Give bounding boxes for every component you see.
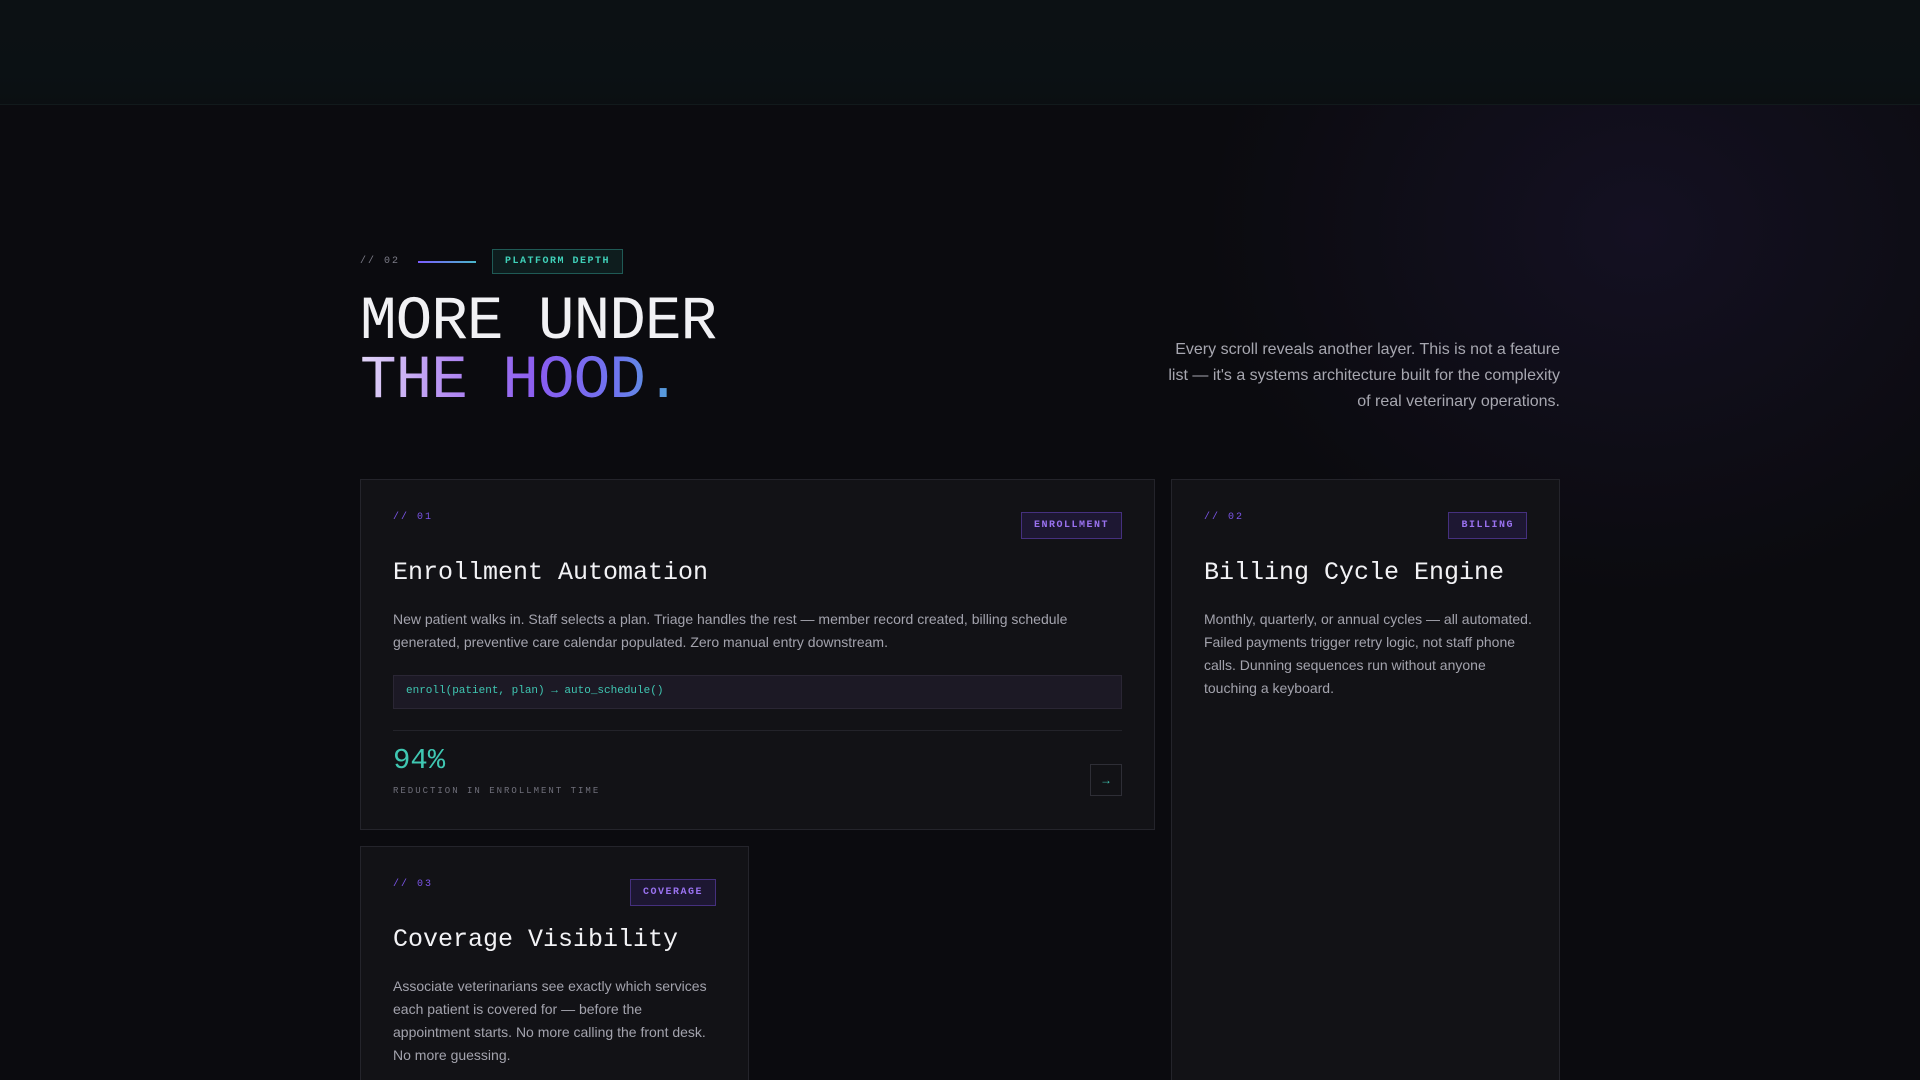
card-number: // 01 (393, 512, 434, 523)
card-tag: BILLING (1448, 512, 1527, 539)
card-divider (393, 730, 1122, 731)
feature-card-billing: // 02 BILLING Billing Cycle Engine Month… (1171, 479, 1560, 1080)
feature-card-coverage: // 03 COVERAGE Coverage Visibility Assoc… (360, 846, 749, 1080)
section-eyebrow: // 02 PLATFORM DEPTH (360, 249, 624, 274)
section-tag: PLATFORM DEPTH (492, 249, 624, 274)
card-description: Associate veterinarians see exactly whic… (393, 978, 707, 1063)
headline-line-1: MORE UNDER (360, 288, 717, 357)
card-number: // 03 (393, 879, 434, 890)
stat-label: REDUCTION IN ENROLLMENT TIME (393, 786, 601, 796)
code-snippet: enroll(patient, plan) → auto_schedule() (393, 675, 1122, 709)
headline-line-2: THE HOOD. (360, 351, 716, 412)
eyebrow-divider (418, 260, 477, 263)
feature-card-enrollment: // 01 ENROLLMENT Enrollment Automation N… (360, 479, 1155, 830)
card-number: // 02 (1204, 512, 1245, 523)
page: // 02 PLATFORM DEPTH MORE UNDER THE HOOD… (0, 0, 1920, 1080)
top-navigation-bar (0, 0, 1920, 105)
section-number: // 02 (360, 256, 401, 267)
card-title: Enrollment Automation (393, 558, 709, 587)
stat-value: 94% (393, 744, 446, 777)
card-title: Coverage Visibility (393, 925, 679, 954)
card-tag: ENROLLMENT (1020, 512, 1122, 539)
card-description: New patient walks in. Staff selects a pl… (393, 611, 1068, 650)
card-tag: COVERAGE (629, 879, 716, 906)
card-title: Billing Cycle Engine (1204, 558, 1505, 587)
section-intro: Every scroll reveals another layer. This… (1168, 341, 1560, 410)
arrow-right-button[interactable]: → (1090, 764, 1122, 796)
card-description: Monthly, quarterly, or annual cycles — a… (1204, 611, 1532, 696)
section-headline: MORE UNDER THE HOOD. (360, 288, 717, 412)
arrow-right-icon: → (1100, 773, 1112, 787)
